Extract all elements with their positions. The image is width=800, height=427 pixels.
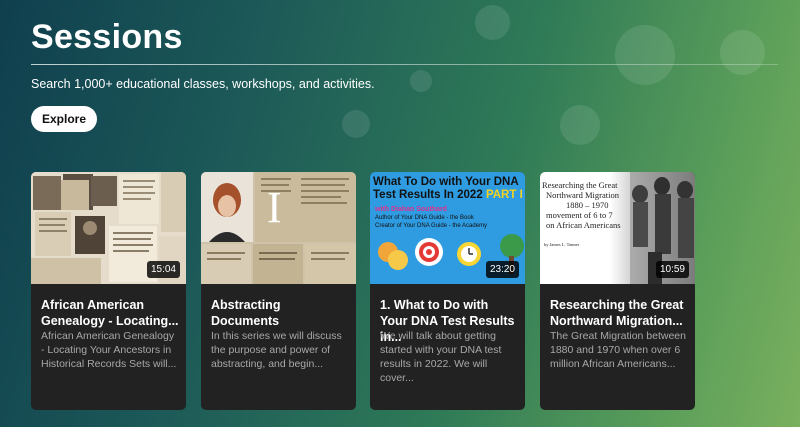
session-card[interactable]: I Abstracting Documents In this series w… bbox=[201, 172, 356, 410]
card-title[interactable]: Researching the Great Northward Migratio… bbox=[550, 297, 688, 329]
background-bokeh bbox=[410, 70, 432, 92]
page-subtitle: Search 1,000+ educational classes, works… bbox=[31, 77, 375, 91]
thumbnail-text: Researching the Great Northward Migratio… bbox=[542, 180, 621, 247]
card-description: African American Genealogy - Locating Yo… bbox=[41, 330, 177, 370]
background-bokeh bbox=[342, 110, 370, 138]
header-divider bbox=[31, 64, 778, 65]
card-description: In this series we will discuss the purpo… bbox=[211, 330, 342, 370]
background-bokeh bbox=[615, 25, 675, 85]
card-title[interactable]: Abstracting Documents bbox=[211, 297, 349, 329]
session-card[interactable]: What To Do with Your DNA Test Results In… bbox=[370, 172, 525, 410]
page-title: Sessions bbox=[31, 18, 183, 56]
card-title[interactable]: African American Genealogy - Locating... bbox=[41, 297, 179, 329]
card-thumbnail: Researching the Great Northward Migratio… bbox=[540, 172, 695, 284]
card-thumbnail: 15:04 bbox=[31, 172, 186, 284]
session-card[interactable]: 15:04 African American Genealogy - Locat… bbox=[31, 172, 186, 410]
card-thumbnail: I bbox=[201, 172, 356, 284]
background-bokeh bbox=[475, 5, 510, 40]
background-bokeh bbox=[720, 30, 765, 75]
background-bokeh bbox=[560, 105, 600, 145]
thumbnail-letter: I bbox=[267, 183, 282, 232]
duration-badge: 15:04 bbox=[146, 261, 180, 278]
duration-badge: 23:20 bbox=[485, 261, 519, 278]
session-card[interactable]: Researching the Great Northward Migratio… bbox=[540, 172, 695, 410]
card-description: The Great Migration between 1880 and 197… bbox=[550, 330, 686, 370]
duration-badge: 10:59 bbox=[655, 261, 689, 278]
card-thumbnail: What To Do with Your DNA Test Results In… bbox=[370, 172, 525, 284]
explore-button[interactable]: Explore bbox=[31, 106, 97, 132]
card-description: We will talk about getting started with … bbox=[380, 330, 502, 384]
